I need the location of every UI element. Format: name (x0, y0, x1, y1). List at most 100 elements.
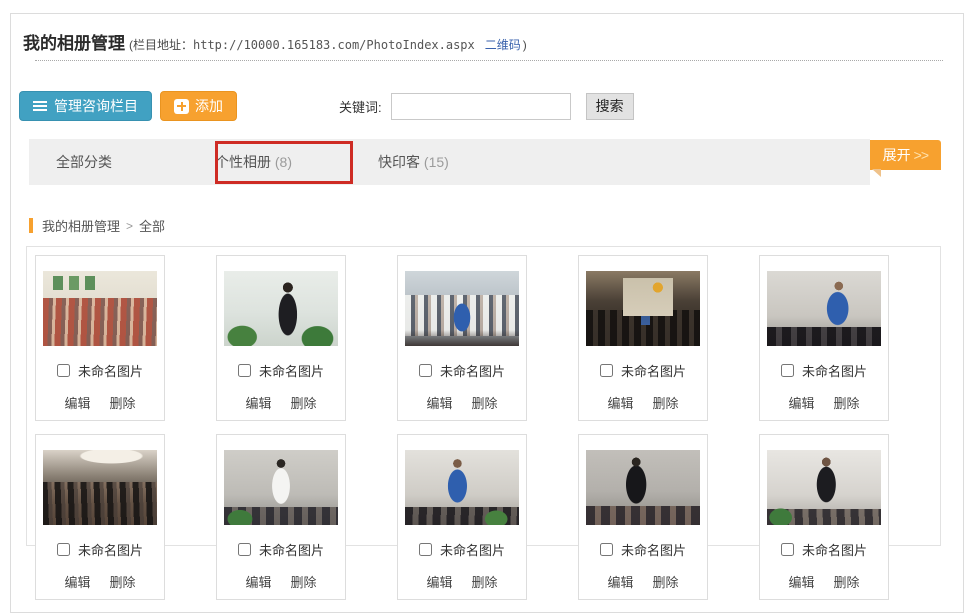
delete-link[interactable]: 删除 (472, 572, 498, 591)
photo-thumbnail[interactable] (767, 271, 881, 346)
edit-link[interactable]: 编辑 (788, 393, 814, 412)
photo-thumbnail[interactable] (43, 450, 157, 525)
edit-link[interactable]: 编辑 (245, 393, 271, 412)
card-check-row: 未命名图片 (579, 361, 707, 380)
card-title: 未命名图片 (621, 361, 686, 380)
card-checkbox[interactable] (600, 364, 613, 377)
delete-link[interactable]: 删除 (653, 572, 679, 591)
album-card: 未命名图片 编辑 删除 (578, 255, 708, 421)
tab-personal-album[interactable]: 个性相册 (8) (215, 152, 292, 172)
edit-link[interactable]: 编辑 (64, 572, 90, 591)
card-checkbox[interactable] (419, 364, 432, 377)
edit-link[interactable]: 编辑 (607, 572, 633, 591)
card-checkbox[interactable] (781, 543, 794, 556)
delete-link[interactable]: 删除 (834, 393, 860, 412)
card-checkbox[interactable] (781, 364, 794, 377)
column-address-suffix: ) (523, 38, 527, 52)
card-check-row: 未命名图片 (398, 361, 526, 380)
page-container: 我的相册管理 (栏目地址： http://10000.165183.com/Ph… (10, 13, 964, 613)
photo-thumbnail[interactable] (224, 450, 338, 525)
tab-label: 快印客 (378, 154, 420, 170)
breadcrumb: 我的相册管理 > 全部 (29, 216, 949, 235)
category-tabbar: 全部分类 个性相册 (8) 快印客 (15) (29, 139, 870, 185)
tab-count: (15) (424, 154, 449, 170)
delete-link[interactable]: 删除 (110, 572, 136, 591)
card-checkbox[interactable] (419, 543, 432, 556)
search-button[interactable]: 搜索 (586, 93, 634, 120)
album-card: 未命名图片 编辑 删除 (759, 434, 889, 600)
card-title: 未命名图片 (440, 361, 505, 380)
category-tabbar-wrap: 全部分类 个性相册 (8) 快印客 (15) 展开 >> (29, 139, 941, 185)
qr-code-link[interactable]: 二维码 (485, 36, 521, 53)
add-button[interactable]: 添加 (160, 91, 237, 121)
breadcrumb-current: 全部 (139, 216, 165, 235)
card-links-row: 编辑 删除 (760, 572, 888, 591)
edit-link[interactable]: 编辑 (64, 393, 90, 412)
card-check-row: 未命名图片 (760, 540, 888, 559)
keyword-label: 关键词: (339, 97, 382, 116)
photo-thumbnail[interactable] (405, 450, 519, 525)
plus-icon (174, 99, 189, 114)
delete-link[interactable]: 删除 (110, 393, 136, 412)
photo-thumbnail[interactable] (405, 271, 519, 346)
album-card: 未命名图片 编辑 删除 (397, 255, 527, 421)
tab-kuaiyinke[interactable]: 快印客 (15) (378, 152, 449, 172)
card-title: 未命名图片 (802, 540, 867, 559)
tab-label: 个性相册 (215, 154, 271, 170)
edit-link[interactable]: 编辑 (426, 393, 452, 412)
card-check-row: 未命名图片 (398, 540, 526, 559)
expand-label: 展开 (883, 145, 911, 165)
photo-thumbnail[interactable] (224, 271, 338, 346)
edit-link[interactable]: 编辑 (245, 572, 271, 591)
manage-categories-button[interactable]: 管理咨询栏目 (19, 91, 152, 121)
delete-link[interactable]: 删除 (834, 572, 860, 591)
card-links-row: 编辑 删除 (36, 572, 164, 591)
tab-all-categories[interactable]: 全部分类 (56, 152, 112, 172)
header: 我的相册管理 (栏目地址： http://10000.165183.com/Ph… (11, 14, 963, 70)
photo-thumbnail[interactable] (586, 450, 700, 525)
album-card: 未命名图片 编辑 删除 (578, 434, 708, 600)
card-title: 未命名图片 (259, 361, 324, 380)
card-links-row: 编辑 删除 (217, 393, 345, 412)
album-card: 未命名图片 编辑 删除 (35, 434, 165, 600)
card-links-row: 编辑 删除 (579, 572, 707, 591)
card-title: 未命名图片 (259, 540, 324, 559)
card-links-row: 编辑 删除 (217, 572, 345, 591)
delete-link[interactable]: 删除 (291, 572, 317, 591)
card-title: 未命名图片 (78, 540, 143, 559)
tab-count: (8) (275, 154, 292, 170)
edit-link[interactable]: 编辑 (788, 572, 814, 591)
keyword-input[interactable] (391, 93, 571, 120)
card-checkbox[interactable] (238, 543, 251, 556)
card-checkbox[interactable] (57, 364, 70, 377)
card-title: 未命名图片 (802, 361, 867, 380)
card-check-row: 未命名图片 (579, 540, 707, 559)
chevron-right-icon: >> (914, 147, 928, 163)
breadcrumb-marker (29, 218, 33, 233)
card-checkbox[interactable] (600, 543, 613, 556)
delete-link[interactable]: 删除 (472, 393, 498, 412)
album-card: 未命名图片 编辑 删除 (35, 255, 165, 421)
column-url: http://10000.165183.com/PhotoIndex.aspx (193, 38, 475, 52)
album-card: 未命名图片 编辑 删除 (216, 255, 346, 421)
card-links-row: 编辑 删除 (398, 393, 526, 412)
card-title: 未命名图片 (440, 540, 505, 559)
album-card: 未命名图片 编辑 删除 (759, 255, 889, 421)
edit-link[interactable]: 编辑 (426, 572, 452, 591)
photo-thumbnail[interactable] (43, 271, 157, 346)
photo-thumbnail[interactable] (586, 271, 700, 346)
delete-link[interactable]: 删除 (291, 393, 317, 412)
expand-button[interactable]: 展开 >> (870, 140, 941, 170)
photo-thumbnail[interactable] (767, 450, 881, 525)
card-links-row: 编辑 删除 (579, 393, 707, 412)
card-checkbox[interactable] (57, 543, 70, 556)
manage-categories-label: 管理咨询栏目 (54, 96, 138, 116)
delete-link[interactable]: 删除 (653, 393, 679, 412)
breadcrumb-root[interactable]: 我的相册管理 (42, 216, 120, 235)
edit-link[interactable]: 编辑 (607, 393, 633, 412)
card-check-row: 未命名图片 (760, 361, 888, 380)
tab-label: 全部分类 (56, 154, 112, 170)
card-check-row: 未命名图片 (36, 540, 164, 559)
card-checkbox[interactable] (238, 364, 251, 377)
breadcrumb-separator: > (126, 219, 133, 233)
